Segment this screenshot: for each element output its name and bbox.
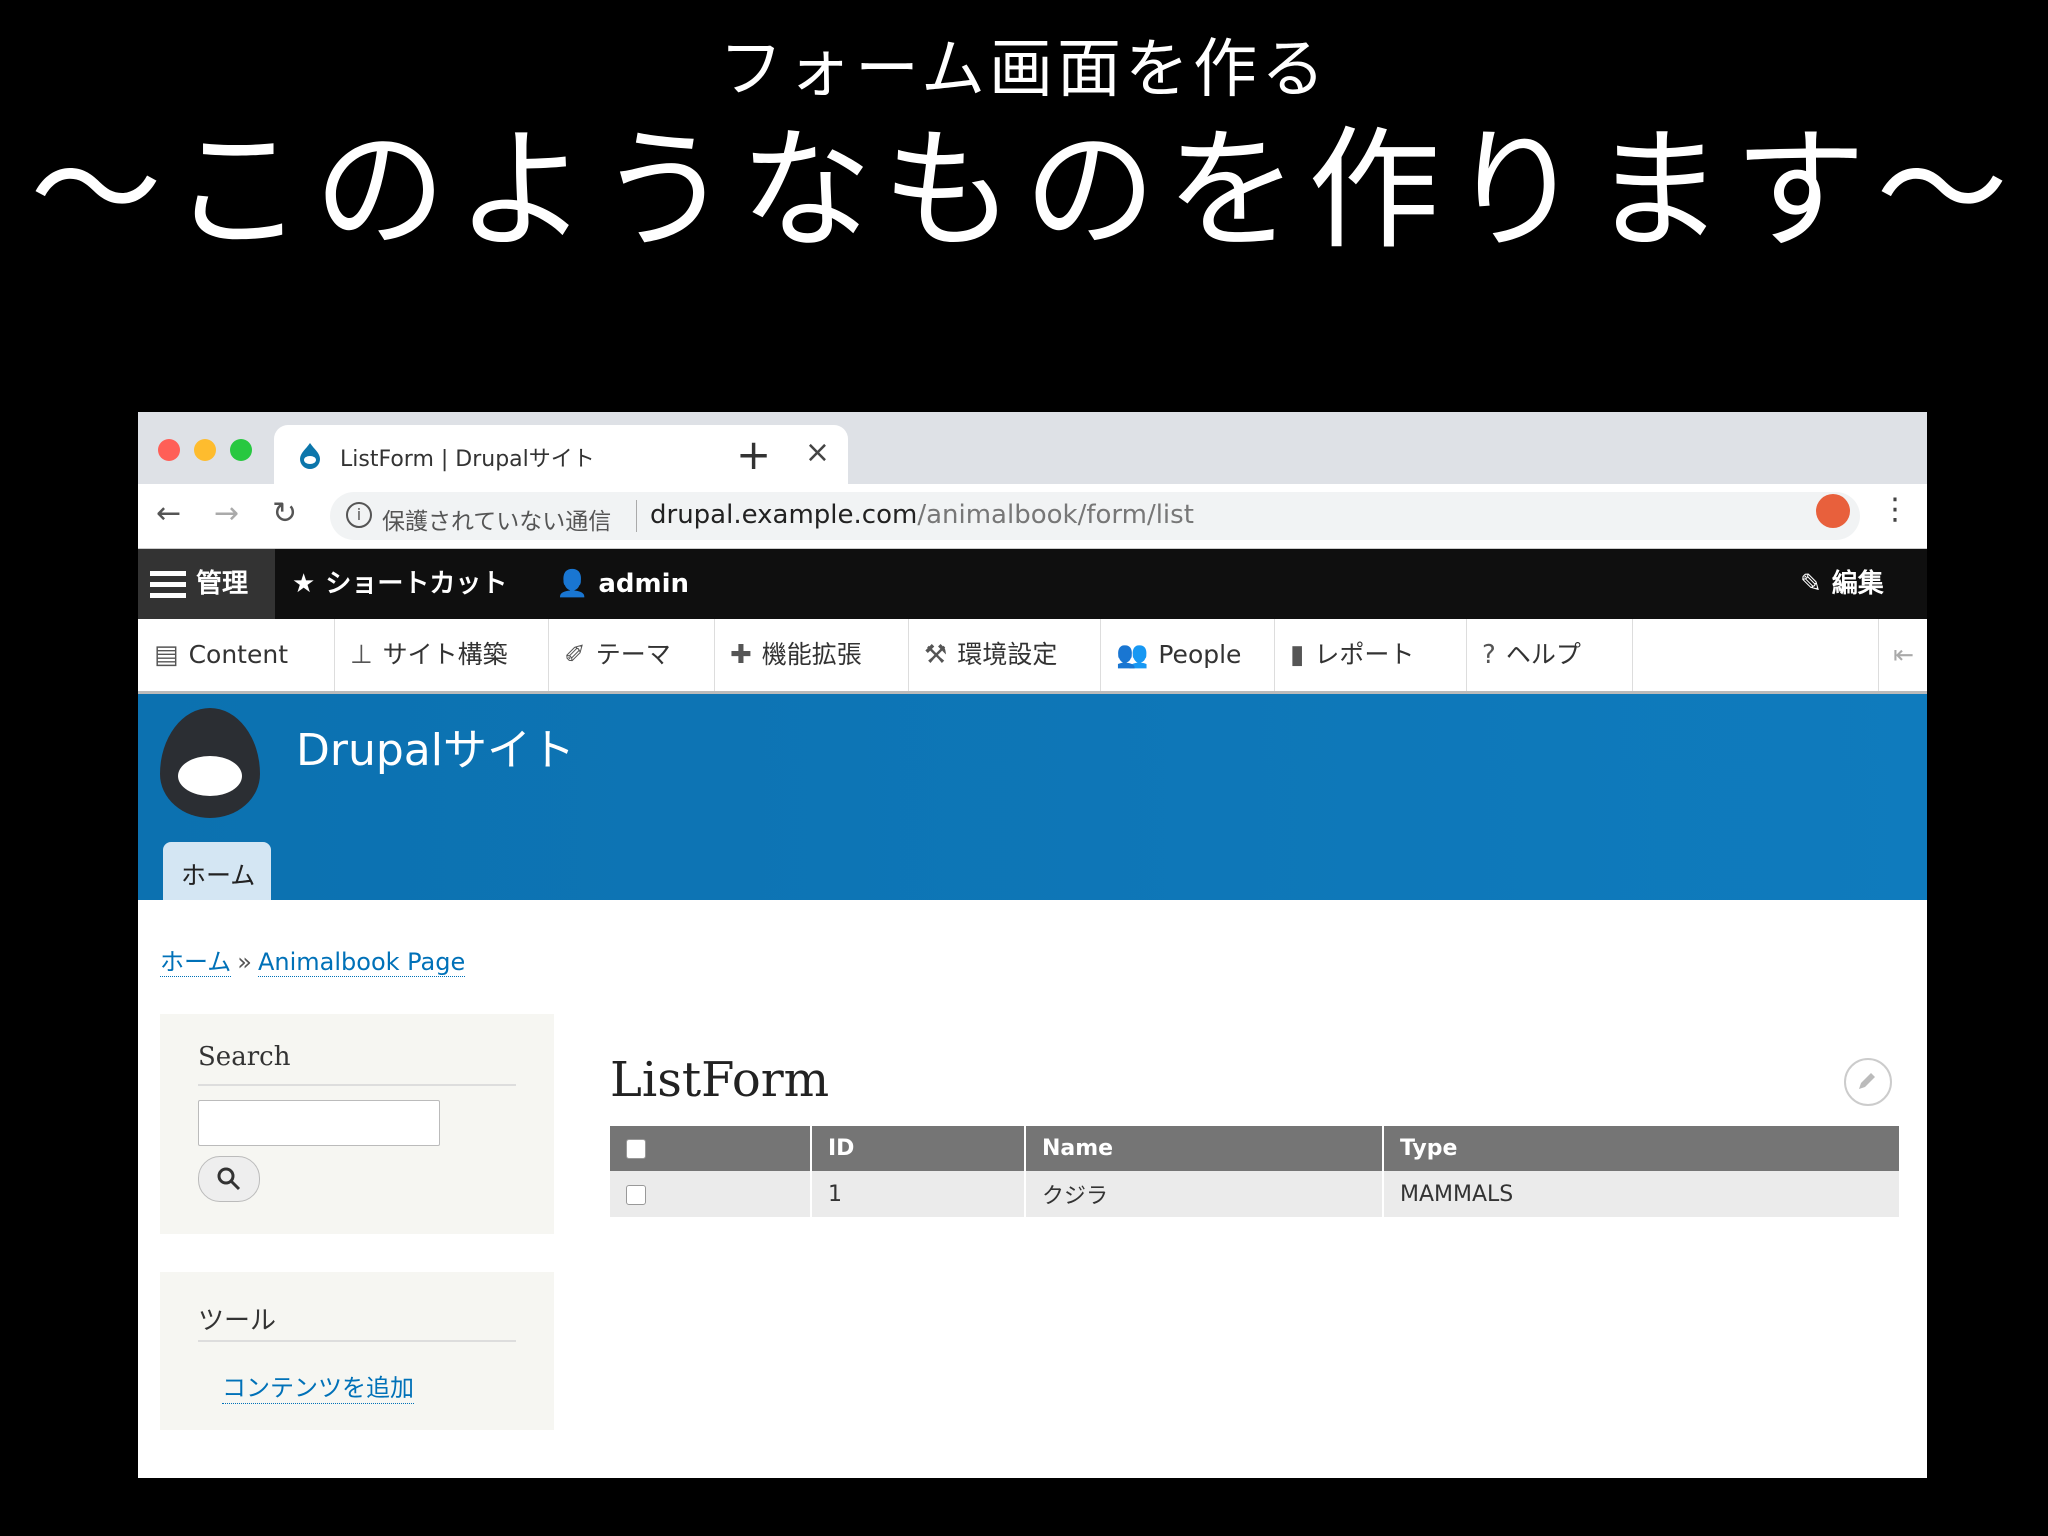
star-icon: ★ [292, 569, 316, 599]
info-icon[interactable]: i [346, 502, 372, 528]
contextual-edit-button[interactable] [1844, 1058, 1892, 1106]
security-label: 保護されていない通信 [382, 509, 612, 535]
drupal-logo-icon[interactable] [160, 708, 260, 818]
back-icon[interactable]: ← [156, 496, 181, 531]
new-tab-icon[interactable]: + [736, 430, 771, 479]
search-button[interactable] [198, 1156, 260, 1202]
tray-item-config[interactable]: ⚒ 環境設定 [908, 619, 1101, 691]
people-icon: 👥 [1116, 640, 1149, 670]
select-all-header [610, 1126, 812, 1171]
wrench-icon: ⚒ [924, 640, 948, 670]
admin-shortcuts-button[interactable]: ★ ショートカット [292, 549, 507, 619]
table-header-row: ID Name Type [610, 1126, 1901, 1171]
breadcrumb-current-link[interactable]: Animalbook Page [257, 948, 466, 977]
tray-item-content[interactable]: ▤ Content [138, 619, 335, 691]
row-checkbox[interactable] [626, 1184, 646, 1205]
tools-block-title: ツール [198, 1306, 277, 1336]
cell-id: 1 [811, 1171, 1026, 1217]
forward-icon[interactable]: → [214, 496, 239, 531]
tray-item-extend[interactable]: ✚ 機能拡張 [714, 619, 909, 691]
close-tab-icon[interactable]: × [805, 435, 830, 470]
page-title: ListForm [610, 1052, 830, 1108]
admin-user-button[interactable]: 👤 admin [556, 549, 689, 619]
admin-tray: ▤ Content ⊥ サイト構築 ✐ テーマ ✚ 機能拡張 ⚒ 環境設定 👥 People… [138, 619, 1927, 694]
row-select-cell [610, 1171, 812, 1217]
tab-title: ListForm | Drupalサイト [340, 447, 595, 472]
address-separator [636, 500, 637, 532]
tray-item-structure[interactable]: ⊥ サイト構築 [334, 619, 549, 691]
search-icon [217, 1167, 241, 1191]
breadcrumb-home-link[interactable]: ホーム [160, 948, 232, 977]
select-all-checkbox[interactable] [626, 1139, 646, 1159]
bar-chart-icon: ▮ [1290, 640, 1305, 670]
help-icon: ? [1482, 640, 1496, 670]
search-block-title: Search [198, 1042, 291, 1072]
browser-window: ListForm | Drupalサイト × + ← → ↻ i 保護されていな… [138, 412, 1927, 1478]
tray-item-people[interactable]: 👥 People [1100, 619, 1275, 691]
slide-subtitle: フォーム画面を作る [718, 33, 1330, 107]
tools-block: ツール コンテンツを追加 [160, 1272, 554, 1430]
extension-icon[interactable] [1816, 494, 1850, 528]
admin-edit-button[interactable]: ✎ 編集 [1800, 549, 1884, 619]
minimize-window-button[interactable] [194, 439, 216, 461]
tab-strip: ListForm | Drupalサイト × + [138, 412, 1927, 484]
site-name[interactable]: Drupalサイト [296, 714, 575, 778]
url-text: drupal.example.com/animalbook/form/list [650, 500, 1194, 530]
search-input[interactable] [198, 1100, 440, 1146]
site-header: Drupalサイト ホーム [138, 694, 1927, 900]
main-menu-home-tab[interactable]: ホーム [163, 842, 271, 900]
table-row: 1 クジラ MAMMALS [610, 1171, 1901, 1217]
drupal-favicon-icon [300, 443, 320, 469]
column-header-type: Type [1383, 1126, 1901, 1171]
user-icon: 👤 [556, 569, 589, 599]
add-content-link[interactable]: コンテンツを追加 [222, 1368, 414, 1404]
column-header-name: Name [1025, 1126, 1384, 1171]
sitemap-icon: ⊥ [350, 640, 373, 670]
browser-toolbar: ← → ↻ i 保護されていない通信 drupal.example.com/an… [138, 484, 1927, 549]
maximize-window-button[interactable] [230, 439, 252, 461]
breadcrumb-separator: » [237, 948, 252, 976]
close-window-button[interactable] [158, 439, 180, 461]
tray-item-appearance[interactable]: ✐ テーマ [548, 619, 715, 691]
breadcrumb: ホーム» Animalbook Page [160, 942, 466, 977]
slide-title: 〜このようなものを作ります〜 [30, 114, 2018, 268]
cell-name: クジラ [1025, 1171, 1384, 1217]
puzzle-icon: ✚ [730, 640, 752, 670]
file-icon: ▤ [154, 640, 179, 670]
brush-icon: ✐ [564, 640, 586, 670]
cell-type: MAMMALS [1383, 1171, 1901, 1217]
browser-menu-icon[interactable]: ⋮ [1880, 492, 1910, 527]
pencil-icon [1859, 1073, 1875, 1089]
tray-item-help[interactable]: ? ヘルプ [1466, 619, 1633, 691]
column-header-id: ID [811, 1126, 1026, 1171]
tray-orientation-toggle-icon[interactable]: ⇤ [1878, 619, 1927, 691]
hamburger-icon [150, 571, 186, 599]
animal-table: ID Name Type 1 クジラ MAMMALS [610, 1126, 1901, 1217]
reload-icon[interactable]: ↻ [272, 496, 297, 531]
admin-toolbar: 管理 ★ ショートカット 👤 admin ✎ 編集 [138, 549, 1927, 619]
address-bar[interactable]: i 保護されていない通信 drupal.example.com/animalbo… [330, 492, 1860, 540]
admin-manage-button[interactable]: 管理 [138, 549, 275, 619]
pencil-icon: ✎ [1800, 569, 1822, 599]
tray-item-reports[interactable]: ▮ レポート [1274, 619, 1467, 691]
search-block: Search [160, 1014, 554, 1234]
